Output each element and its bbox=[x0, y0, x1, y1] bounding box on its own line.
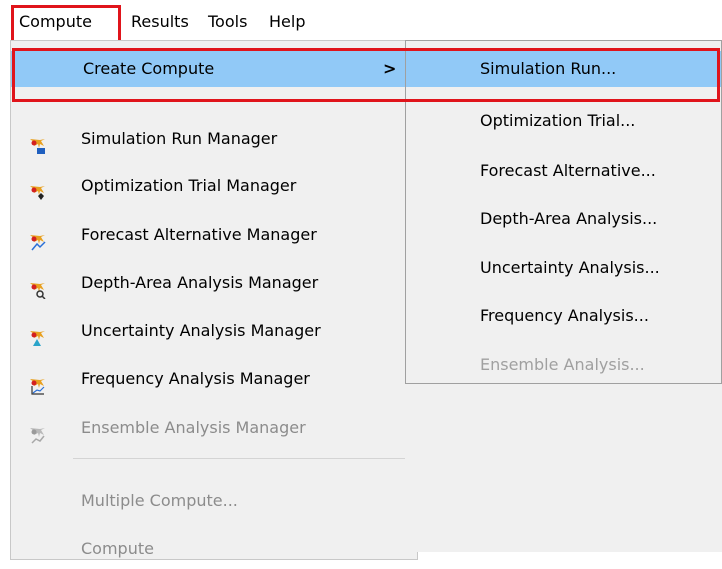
menu-item-label: Multiple Compute... bbox=[81, 491, 238, 510]
create-compute-highlight-box bbox=[12, 48, 720, 102]
submenu-item-label: Frequency Analysis... bbox=[480, 306, 649, 325]
menu-item-ensemble-analysis-manager: Ensemble Analysis Manager bbox=[11, 408, 417, 448]
ensemble-analysis-icon bbox=[28, 419, 46, 444]
submenu-item-label: Depth-Area Analysis... bbox=[480, 209, 658, 228]
menu-item-depth-area-analysis-manager[interactable]: Depth-Area Analysis Manager bbox=[11, 263, 417, 303]
submenu-item-uncertainty-analysis[interactable]: Uncertainty Analysis... bbox=[406, 246, 721, 290]
optimization-trial-icon bbox=[28, 177, 46, 200]
submenu-item-ensemble-analysis: Ensemble Analysis... bbox=[406, 343, 721, 387]
submenu-item-label: Uncertainty Analysis... bbox=[480, 258, 660, 277]
menu-item-frequency-analysis-manager[interactable]: Frequency Analysis Manager bbox=[11, 359, 417, 399]
submenu-item-frequency-analysis[interactable]: Frequency Analysis... bbox=[406, 294, 721, 338]
menu-item-label: Frequency Analysis Manager bbox=[81, 369, 310, 388]
submenu-item-label: Optimization Trial... bbox=[480, 111, 636, 130]
menu-item-label: Forecast Alternative Manager bbox=[81, 225, 317, 244]
menu-item-label: Optimization Trial Manager bbox=[81, 176, 297, 195]
menu-item-forecast-alternative-manager[interactable]: Forecast Alternative Manager bbox=[11, 215, 417, 255]
submenu-item-label: Forecast Alternative... bbox=[480, 161, 656, 180]
menu-item-label: Uncertainty Analysis Manager bbox=[81, 321, 321, 340]
compute-highlight-box bbox=[11, 5, 121, 43]
background-area bbox=[405, 384, 722, 552]
menu-item-compute: Compute bbox=[11, 529, 417, 569]
menu-tools[interactable]: Tools bbox=[206, 10, 249, 34]
submenu-item-depth-area-analysis[interactable]: Depth-Area Analysis... bbox=[406, 197, 721, 241]
menu-separator bbox=[73, 458, 409, 459]
frequency-analysis-icon bbox=[28, 370, 46, 395]
menu-item-multiple-compute: Multiple Compute... bbox=[11, 481, 417, 521]
menu-item-label: Compute bbox=[81, 539, 154, 558]
simulation-run-icon bbox=[28, 130, 46, 154]
forecast-alternative-icon bbox=[28, 226, 46, 251]
menu-item-optimization-trial-manager[interactable]: Optimization Trial Manager bbox=[11, 166, 417, 206]
menu-results[interactable]: Results bbox=[129, 10, 191, 34]
submenu-item-label: Ensemble Analysis... bbox=[480, 355, 645, 374]
uncertainty-analysis-icon bbox=[28, 322, 46, 346]
submenu-item-optimization-trial[interactable]: Optimization Trial... bbox=[406, 99, 721, 143]
depth-area-analysis-icon bbox=[28, 274, 46, 300]
menu-item-label: Depth-Area Analysis Manager bbox=[81, 273, 319, 292]
compute-menu: Create Compute > Simulation Run Manager … bbox=[10, 40, 418, 560]
menu-item-uncertainty-analysis-manager[interactable]: Uncertainty Analysis Manager bbox=[11, 311, 417, 351]
menu-help[interactable]: Help bbox=[267, 10, 307, 34]
menu-item-label: Simulation Run Manager bbox=[81, 129, 278, 148]
submenu-item-forecast-alternative[interactable]: Forecast Alternative... bbox=[406, 149, 721, 193]
menu-item-label: Ensemble Analysis Manager bbox=[81, 418, 306, 437]
menu-bar: Compute Results Tools Help bbox=[0, 0, 722, 43]
menu-item-simulation-run-manager[interactable]: Simulation Run Manager bbox=[11, 119, 417, 159]
